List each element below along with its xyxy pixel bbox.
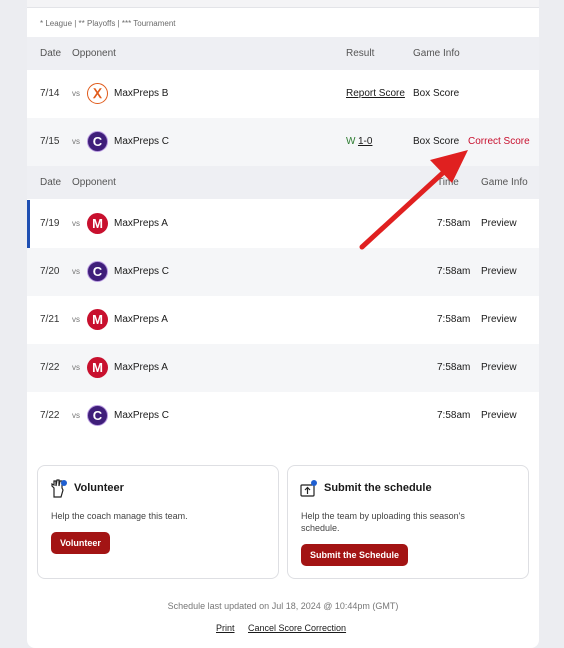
opponent-name[interactable]: MaxPreps B xyxy=(114,88,168,99)
box-score-link[interactable]: Box Score xyxy=(413,136,459,147)
game-date: 7/22 xyxy=(40,410,60,421)
opponent-name[interactable]: MaxPreps C xyxy=(114,136,169,147)
header-opponent: Opponent xyxy=(72,48,116,59)
results-header: Date Opponent Result Game Info xyxy=(27,37,539,70)
team-logo-icon[interactable]: C xyxy=(87,131,108,152)
game-time: 7:58am xyxy=(437,266,471,277)
preview-link[interactable]: Preview xyxy=(481,314,517,325)
preview-link[interactable]: Preview xyxy=(481,218,517,229)
vs-label: vs xyxy=(72,219,80,228)
vs-label: vs xyxy=(72,89,80,98)
submit-description-line2: schedule. xyxy=(301,523,340,533)
top-band xyxy=(27,0,539,8)
vs-label: vs xyxy=(72,137,80,146)
last-updated: Schedule last updated on Jul 18, 2024 @ … xyxy=(167,601,399,611)
volunteer-button[interactable]: Volunteer xyxy=(51,532,110,554)
header-opponent: Opponent xyxy=(72,177,116,188)
team-logo-icon[interactable]: C xyxy=(87,405,108,426)
opponent-name[interactable]: MaxPreps C xyxy=(114,410,169,421)
game-date: 7/14 xyxy=(40,88,60,99)
cancel-score-correction-link[interactable]: Cancel Score Correction xyxy=(248,623,346,633)
volunteer-title: Volunteer xyxy=(74,482,124,494)
game-date: 7/21 xyxy=(40,314,60,325)
score-link[interactable]: 1-0 xyxy=(358,136,372,147)
header-date: Date xyxy=(40,177,62,188)
legend: * League | ** Playoffs | *** Tournament xyxy=(40,19,176,28)
vs-label: vs xyxy=(72,363,80,372)
raised-hand-icon xyxy=(51,479,67,498)
submit-description-line1: Help the team by uploading this season's xyxy=(301,511,465,521)
vs-label: vs xyxy=(72,267,80,276)
box-score-link[interactable]: Box Score xyxy=(413,88,459,99)
win-indicator: W xyxy=(346,136,356,147)
game-date: 7/22 xyxy=(40,362,60,373)
vs-label: vs xyxy=(72,411,80,420)
volunteer-description: Help the coach manage this team. xyxy=(51,511,188,521)
table-row: 7/14 vs Ⅹ MaxPreps B Report Score Box Sc… xyxy=(27,70,539,118)
table-row: 7/22 vs M MaxPreps A 7:58am Preview xyxy=(27,344,539,392)
opponent-name[interactable]: MaxPreps A xyxy=(114,362,168,373)
header-result: Result xyxy=(346,48,375,59)
opponent-name[interactable]: MaxPreps C xyxy=(114,266,169,277)
team-logo-icon[interactable]: M xyxy=(87,213,108,234)
submit-title: Submit the schedule xyxy=(324,482,432,494)
header-time: Time xyxy=(437,177,459,188)
correct-score-link[interactable]: Correct Score xyxy=(468,136,530,147)
submit-description: Help the team by uploading this season's… xyxy=(301,510,465,534)
vs-label: vs xyxy=(72,315,80,324)
preview-link[interactable]: Preview xyxy=(481,266,517,277)
print-link[interactable]: Print xyxy=(216,623,235,633)
header-date: Date xyxy=(40,48,62,59)
game-time: 7:58am xyxy=(437,410,471,421)
game-time: 7:58am xyxy=(437,362,471,373)
submit-schedule-button[interactable]: Submit the Schedule xyxy=(301,544,409,566)
upcoming-header: Date Opponent Time Game Info xyxy=(27,166,539,199)
game-date: 7/20 xyxy=(40,266,60,277)
table-row: 7/21 vs M MaxPreps A 7:58am Preview xyxy=(27,296,539,344)
table-row: 7/19 vs M MaxPreps A 7:58am Preview xyxy=(27,200,539,248)
opponent-name[interactable]: MaxPreps A xyxy=(114,314,168,325)
team-logo-icon[interactable]: M xyxy=(87,357,108,378)
table-row: 7/22 vs C MaxPreps C 7:58am Preview xyxy=(27,392,539,440)
game-time: 7:58am xyxy=(437,218,471,229)
preview-link[interactable]: Preview xyxy=(481,362,517,373)
team-logo-icon[interactable]: M xyxy=(87,309,108,330)
upload-icon xyxy=(300,480,317,497)
game-time: 7:58am xyxy=(437,314,471,325)
table-row: 7/20 vs C MaxPreps C 7:58am Preview xyxy=(27,248,539,296)
submit-schedule-panel: Submit the schedule Help the team by upl… xyxy=(287,465,529,579)
preview-link[interactable]: Preview xyxy=(481,410,517,421)
header-game-info: Game Info xyxy=(413,48,460,59)
report-score-link[interactable]: Report Score xyxy=(346,88,405,99)
header-game-info: Game Info xyxy=(481,177,528,188)
game-date: 7/19 xyxy=(40,218,60,229)
table-row: 7/15 vs C MaxPreps C W 1-0 Box Score Cor… xyxy=(27,118,539,166)
team-logo-icon[interactable]: Ⅹ xyxy=(87,83,108,104)
game-date: 7/15 xyxy=(40,136,60,147)
volunteer-panel: Volunteer Help the coach manage this tea… xyxy=(37,465,279,579)
team-logo-icon[interactable]: C xyxy=(87,261,108,282)
opponent-name[interactable]: MaxPreps A xyxy=(114,218,168,229)
